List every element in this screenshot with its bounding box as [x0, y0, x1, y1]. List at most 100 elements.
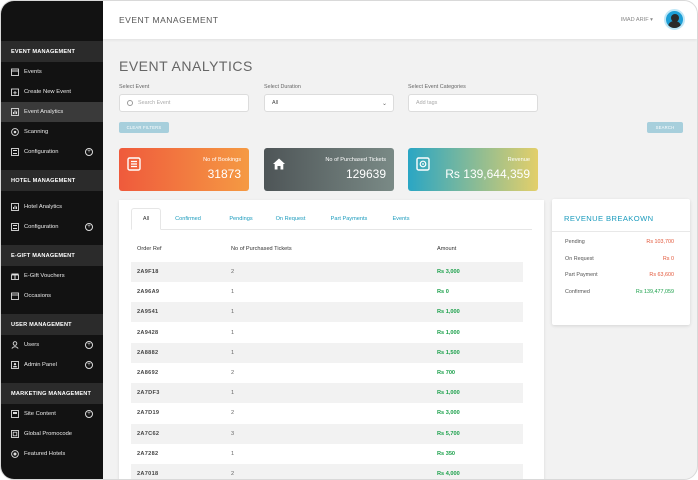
- table-row[interactable]: 2A7282 1 Rs 350: [131, 444, 523, 464]
- sidebar-item-admin-panel[interactable]: Admin Panel +: [1, 355, 103, 375]
- revenue-row-label: Part Payment: [565, 272, 598, 278]
- sidebar-item-configuration[interactable]: Configuration +: [1, 217, 103, 237]
- sidebar-item-events[interactable]: Events: [1, 62, 103, 82]
- sidebar-item-scanning[interactable]: Scanning: [1, 122, 103, 142]
- table-row[interactable]: 2A9428 1 Rs 1,000: [131, 323, 523, 343]
- tickets-cell: 2: [231, 471, 235, 477]
- gift-icon: [11, 272, 19, 280]
- sidebar-item-configuration[interactable]: Configuration +: [1, 142, 103, 162]
- table-row[interactable]: 2A7018 2 Rs 4,000: [131, 464, 523, 479]
- config-icon: [11, 148, 19, 156]
- revenue-row: Pending Rs 103,700: [565, 239, 674, 245]
- sidebar-item-occasions[interactable]: Occasions: [1, 286, 103, 306]
- sidebar-item-label: Events: [24, 69, 42, 75]
- table-row[interactable]: 2A7D19 2 Rs 3,000: [131, 403, 523, 423]
- clear-filters-button[interactable]: CLEAR FILTERS: [119, 122, 169, 133]
- calendar-icon: [11, 68, 19, 76]
- table-row[interactable]: 2A96A9 1 Rs 0: [131, 282, 523, 302]
- amount-cell: Rs 3,000: [437, 410, 460, 417]
- expand-plus-icon[interactable]: +: [85, 361, 93, 369]
- col-order-ref: Order Ref: [137, 246, 162, 252]
- duration-select[interactable]: All ⌄: [264, 94, 394, 112]
- user-menu[interactable]: IMAD ARIF ▾: [621, 17, 653, 23]
- tab-events[interactable]: Events: [385, 208, 417, 230]
- tickets-cell: 1: [231, 390, 235, 397]
- revenue-row-label: Pending: [565, 239, 585, 245]
- sidebar-item-label: Featured Hotels: [24, 451, 66, 457]
- list-icon: [127, 157, 141, 171]
- expand-plus-icon[interactable]: +: [85, 223, 93, 231]
- sidebar-item-event-analytics[interactable]: Event Analytics: [1, 102, 103, 122]
- amount-cell: Rs 1,500: [437, 349, 460, 356]
- table-row[interactable]: 2A7DF3 1 Rs 1,000: [131, 383, 523, 404]
- expand-plus-icon[interactable]: +: [85, 148, 93, 156]
- bookings-panel: All Confirmed Pendings On Request Part Payme…: [119, 200, 544, 479]
- sidebar-section-title: E-GIFT MANAGEMENT: [1, 245, 103, 266]
- sidebar-item-featured-hotels[interactable]: Featured Hotels: [1, 444, 103, 464]
- table-row[interactable]: 2A9541 1 Rs 1,000: [131, 302, 523, 323]
- revenue-breakdown-title: REVENUE BREAKOWN: [564, 214, 654, 223]
- stat-card: No of Bookings 31873: [119, 148, 249, 191]
- sidebar-item-label: Occasions: [24, 293, 52, 299]
- sidebar-item-label: Site Content: [24, 411, 56, 417]
- tab-part-payments[interactable]: Part Payments: [321, 208, 377, 230]
- tab-all[interactable]: All: [131, 208, 161, 230]
- sidebar-item-hotel-analytics[interactable]: Hotel Analytics: [1, 197, 103, 217]
- revenue-row-label: On Request: [565, 255, 594, 262]
- tickets-cell: 1: [231, 289, 235, 296]
- select-duration-label: Select Duration: [264, 84, 301, 90]
- stat-card-label: No of Purchased Tickets: [325, 157, 386, 163]
- tickets-cell: 2: [231, 370, 235, 376]
- amount-cell: Rs 350: [437, 450, 456, 457]
- search-icon: [127, 100, 133, 106]
- avatar[interactable]: [664, 9, 685, 30]
- search-button[interactable]: SEARCH: [647, 122, 683, 133]
- scan-icon: [11, 128, 19, 136]
- sidebar-item-global-promocode[interactable]: Global Promocode: [1, 424, 103, 444]
- order-ref-cell: 2A9428: [137, 329, 159, 336]
- order-ref-cell: 2A9F18: [137, 269, 159, 275]
- tickets-cell: 2: [231, 269, 235, 275]
- revenue-row-value: Rs 0: [662, 255, 674, 262]
- amount-cell: Rs 1,000: [437, 390, 460, 397]
- chart-icon: [11, 108, 19, 116]
- sidebar-item-label: Users: [24, 342, 40, 348]
- order-ref-cell: 2A8692: [137, 370, 159, 376]
- order-ref-cell: 2A9541: [137, 309, 159, 316]
- avatar-head-icon: [670, 14, 679, 22]
- amount-cell: Rs 4,000: [437, 471, 460, 477]
- app-window: EVENT MANAGEMENT Events Create New Event Ev…: [0, 0, 698, 480]
- event-search-input[interactable]: Search Event: [119, 94, 249, 112]
- event-search-placeholder: Search Event: [138, 100, 171, 106]
- user-icon: [11, 341, 19, 349]
- expand-plus-icon[interactable]: +: [85, 410, 93, 418]
- star-icon: [11, 450, 19, 458]
- sidebar-section-title: EVENT MANAGEMENT: [1, 41, 103, 62]
- sidebar-item-site-content[interactable]: Site Content +: [1, 404, 103, 424]
- sidebar-item-label: Scanning: [24, 129, 49, 135]
- table-row[interactable]: 2A7C62 3 Rs 5,700: [131, 423, 523, 444]
- home-icon: [272, 157, 286, 171]
- sidebar-item-e-gift-vouchers[interactable]: E-Gift Vouchers: [1, 266, 103, 286]
- tab-pendings[interactable]: Pendings: [221, 208, 261, 230]
- tab-on-request[interactable]: On Request: [268, 208, 313, 230]
- tab-confirmed[interactable]: Confirmed: [163, 208, 213, 230]
- sidebar-item-users[interactable]: Users +: [1, 335, 103, 355]
- table-row[interactable]: 2A9F18 2 Rs 3,000: [131, 262, 523, 282]
- stat-card-value: 129639: [345, 167, 386, 181]
- categories-input[interactable]: Add tags: [408, 94, 538, 112]
- sidebar-section-title: USER MANAGEMENT: [1, 314, 103, 335]
- sidebar-item-create-new-event[interactable]: Create New Event: [1, 82, 103, 102]
- header-title: EVENT MANAGEMENT: [119, 15, 219, 25]
- sidebar-item-label: Configuration: [24, 224, 59, 230]
- order-ref-cell: 2A7C62: [137, 430, 160, 437]
- table-row[interactable]: 2A8692 2 Rs 700: [131, 363, 523, 383]
- col-amount: Amount: [437, 246, 457, 252]
- table-row[interactable]: 2A8882 1 Rs 1,500: [131, 342, 523, 363]
- expand-plus-icon[interactable]: +: [85, 341, 93, 349]
- sidebar: EVENT MANAGEMENT Events Create New Event Ev…: [1, 1, 103, 479]
- order-ref-cell: 2A96A9: [137, 289, 160, 296]
- amount-cell: Rs 1,000: [437, 329, 460, 336]
- sidebar-item-label: E-Gift Vouchers: [24, 273, 65, 279]
- content-icon: [11, 410, 19, 418]
